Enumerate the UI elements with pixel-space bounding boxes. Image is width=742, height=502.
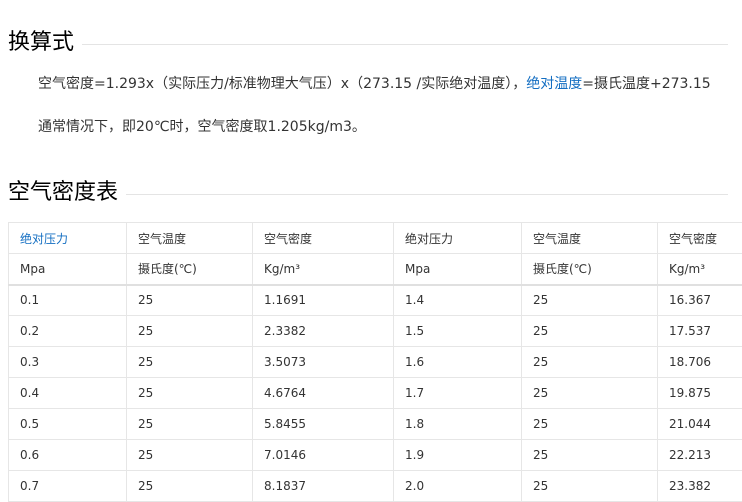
table-cell: 25	[126, 439, 253, 471]
table-header-row: 绝对压力 空气温度 空气密度 绝对压力 空气温度 空气密度	[8, 222, 742, 254]
table-cell: 25	[521, 377, 658, 409]
header-cell-absolute-pressure-link[interactable]: 绝对压力	[8, 222, 127, 254]
table-row: 0.7 25 8.1837 2.0 25 23.382	[8, 470, 742, 502]
header-cell: 空气温度	[521, 222, 658, 254]
table-cell: 25	[126, 346, 253, 378]
table-cell: 0.1	[8, 284, 127, 316]
table-cell: 1.7	[393, 377, 522, 409]
table-cell: 16.367	[657, 284, 742, 316]
unit-cell: Kg/m³	[252, 253, 394, 286]
table-cell: 0.3	[8, 346, 127, 378]
table-cell: 19.875	[657, 377, 742, 409]
section-heading-table: 空气密度表	[8, 179, 728, 207]
table-units-row: Mpa 摄氏度(℃) Kg/m³ Mpa 摄氏度(℃) Kg/m³	[8, 253, 742, 286]
table-cell: 1.9	[393, 439, 522, 471]
formula-suffix: =摄氏温度+273.15	[582, 76, 711, 92]
unit-cell: Kg/m³	[657, 253, 742, 286]
header-cell: 空气密度	[657, 222, 742, 254]
air-density-table: 绝对压力 空气温度 空气密度 绝对压力 空气温度 空气密度 Mpa 摄氏度(℃)…	[8, 222, 742, 502]
table-row: 0.3 25 3.5073 1.6 25 18.706	[8, 346, 742, 378]
table-cell: 25	[126, 284, 253, 316]
absolute-temperature-link[interactable]: 绝对温度	[526, 76, 582, 92]
table-cell: 25	[521, 439, 658, 471]
table-row: 0.2 25 2.3382 1.5 25 17.537	[8, 315, 742, 347]
header-cell: 绝对压力	[393, 222, 522, 254]
table-cell: 25	[126, 408, 253, 440]
formula-text: 空气密度=1.293x（实际压力/标准物理大气压）x（273.15 /实际绝对温…	[38, 76, 527, 92]
table-cell: 25	[521, 284, 658, 316]
table-cell: 7.0146	[252, 439, 394, 471]
table-cell: 8.1837	[252, 470, 394, 502]
table-cell: 17.537	[657, 315, 742, 347]
table-cell: 1.6	[393, 346, 522, 378]
table-cell: 1.4	[393, 284, 522, 316]
table-cell: 3.5073	[252, 346, 394, 378]
table-cell: 2.0	[393, 470, 522, 502]
unit-cell: 摄氏度(℃)	[126, 253, 253, 286]
unit-cell: 摄氏度(℃)	[521, 253, 658, 286]
table-cell: 1.1691	[252, 284, 394, 316]
table-cell: 1.8	[393, 408, 522, 440]
section-title: 空气密度表	[8, 180, 119, 205]
table-cell: 22.213	[657, 439, 742, 471]
header-cell: 空气密度	[252, 222, 394, 254]
table-cell: 0.5	[8, 408, 127, 440]
table-cell: 0.6	[8, 439, 127, 471]
formula-paragraph: 空气密度=1.293x（实际压力/标准物理大气压）x（273.15 /实际绝对温…	[38, 74, 711, 94]
table-cell: 0.2	[8, 315, 127, 347]
table-cell: 23.382	[657, 470, 742, 502]
table-cell: 0.7	[8, 470, 127, 502]
table-cell: 0.4	[8, 377, 127, 409]
table-cell: 25	[521, 470, 658, 502]
table-cell: 18.706	[657, 346, 742, 378]
table-cell: 25	[126, 377, 253, 409]
unit-cell: Mpa	[8, 253, 127, 286]
table-cell: 4.6764	[252, 377, 394, 409]
table-row: 0.4 25 4.6764 1.7 25 19.875	[8, 377, 742, 409]
divider	[126, 193, 728, 195]
table-cell: 21.044	[657, 408, 742, 440]
table-cell: 25	[521, 315, 658, 347]
table-cell: 25	[126, 315, 253, 347]
table-cell: 1.5	[393, 315, 522, 347]
section-title: 换算式	[8, 30, 75, 55]
header-cell: 空气温度	[126, 222, 253, 254]
table-row: 0.6 25 7.0146 1.9 25 22.213	[8, 439, 742, 471]
table-cell: 25	[521, 408, 658, 440]
note-paragraph: 通常情况下，即20℃时，空气密度取1.205kg/m3。	[38, 119, 366, 135]
section-heading-formula: 换算式	[8, 29, 728, 57]
table-row: 0.1 25 1.1691 1.4 25 16.367	[8, 284, 742, 316]
table-row: 0.5 25 5.8455 1.8 25 21.044	[8, 408, 742, 440]
table-cell: 25	[521, 346, 658, 378]
unit-cell: Mpa	[393, 253, 522, 286]
table-cell: 5.8455	[252, 408, 394, 440]
table-cell: 25	[126, 470, 253, 502]
divider	[82, 43, 728, 45]
table-cell: 2.3382	[252, 315, 394, 347]
